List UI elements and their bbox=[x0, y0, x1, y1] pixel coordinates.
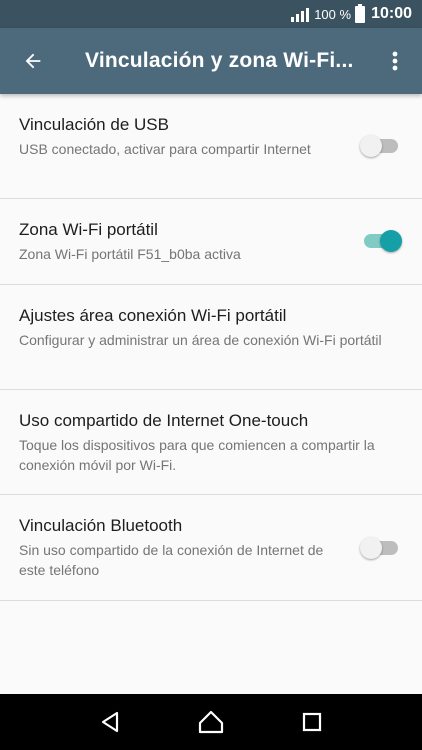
nav-home-button[interactable] bbox=[191, 702, 231, 742]
setting-title: Vinculación Bluetooth bbox=[19, 516, 183, 535]
setting-summary: USB conectado, activar para compartir In… bbox=[19, 141, 311, 157]
more-vert-icon bbox=[392, 51, 398, 71]
bluetooth-tethering-toggle[interactable] bbox=[360, 536, 400, 560]
back-triangle-icon bbox=[102, 711, 119, 733]
status-bar: 100 % 10:00 bbox=[0, 0, 422, 28]
setting-one-touch-sharing[interactable]: Uso compartido de Internet One-touch Toq… bbox=[0, 390, 422, 495]
setting-usb-tethering[interactable]: Vinculación de USB USB conectado, activa… bbox=[0, 94, 422, 199]
setting-hotspot-settings[interactable]: Ajustes área conexión Wi-Fi portátil Con… bbox=[0, 285, 422, 390]
back-button[interactable] bbox=[0, 28, 66, 94]
navigation-bar bbox=[0, 694, 422, 750]
nav-recents-button[interactable] bbox=[292, 702, 332, 742]
setting-wifi-hotspot[interactable]: Zona Wi-Fi portátil Zona Wi-Fi portátil … bbox=[0, 199, 422, 285]
setting-title: Ajustes área conexión Wi-Fi portátil bbox=[19, 306, 287, 325]
battery-percent: 100 % bbox=[314, 6, 352, 22]
wifi-hotspot-toggle[interactable] bbox=[362, 229, 402, 253]
recents-square-icon bbox=[302, 712, 321, 732]
signal-icon bbox=[291, 6, 310, 22]
setting-title: Uso compartido de Internet One-touch bbox=[19, 411, 309, 430]
setting-title: Zona Wi-Fi portátil bbox=[19, 220, 158, 239]
status-clock: 10:00 bbox=[371, 5, 412, 22]
setting-summary: Zona Wi-Fi portátil F51_b0ba activa bbox=[19, 246, 241, 262]
settings-list: Vinculación de USB USB conectado, activa… bbox=[0, 94, 422, 601]
setting-summary: Toque los dispositivos para que comience… bbox=[19, 437, 375, 473]
setting-summary: Configurar y administrar un área de cone… bbox=[19, 332, 382, 348]
setting-title: Vinculación de USB bbox=[19, 115, 169, 134]
app-bar: Vinculación y zona Wi-Fi... bbox=[0, 28, 422, 94]
setting-summary: Sin uso compartido de la conexión de Int… bbox=[19, 542, 324, 578]
battery-icon bbox=[355, 3, 366, 23]
nav-back-button[interactable] bbox=[90, 702, 130, 742]
home-circle-icon bbox=[198, 710, 224, 734]
page-title: Vinculación y zona Wi-Fi... bbox=[85, 49, 354, 72]
usb-tethering-toggle[interactable] bbox=[360, 134, 400, 158]
back-arrow-icon bbox=[25, 53, 41, 69]
setting-bluetooth-tethering[interactable]: Vinculación Bluetooth Sin uso compartido… bbox=[0, 495, 422, 601]
overflow-menu-button[interactable] bbox=[368, 28, 422, 94]
